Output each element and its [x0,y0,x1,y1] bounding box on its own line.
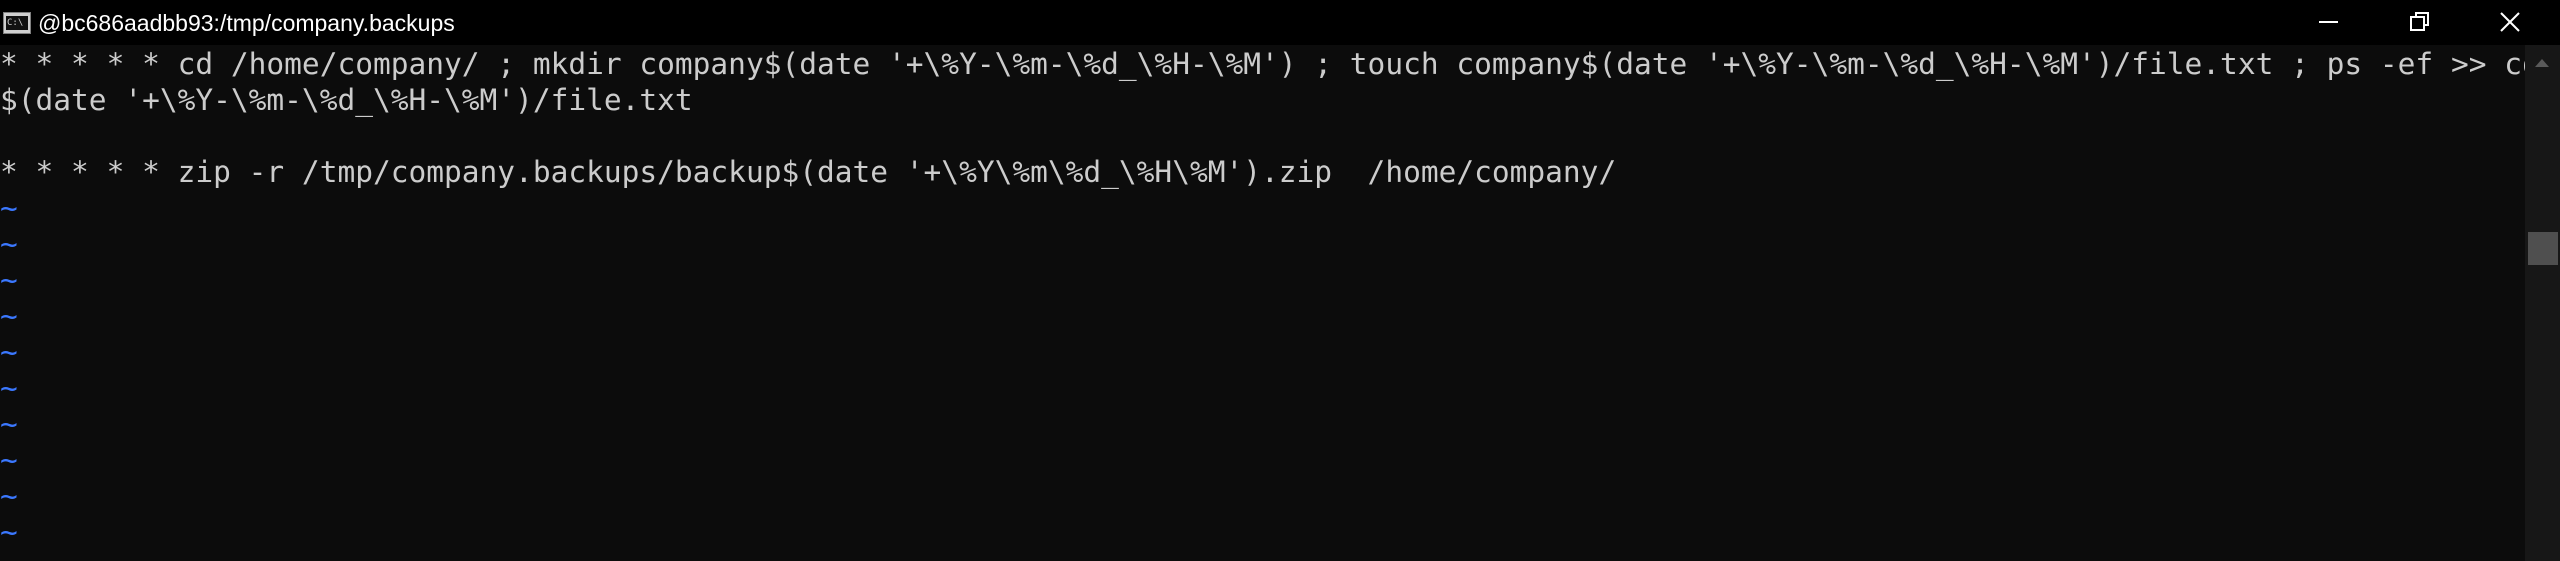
terminal-text-area[interactable]: * * * * * cd /home/company/ ; mkdir comp… [0,45,2525,561]
close-button[interactable] [2463,0,2560,45]
window-title: @bc686aadbb93:/tmp/company.backups [38,10,455,36]
crontab-line-1: * * * * * cd /home/company/ ; mkdir comp… [0,47,2525,81]
minimize-button[interactable] [2283,0,2373,45]
terminal-window: C:\ @bc686aadbb93:/tmp/company.backups *… [0,0,2560,561]
scroll-up-arrow-icon[interactable] [2535,59,2549,67]
empty-line-marker: ~ [0,191,18,225]
empty-line-marker: ~ [0,443,18,477]
restore-button[interactable] [2373,0,2463,45]
empty-line-marker: ~ [0,263,18,297]
empty-line-marker: ~ [0,515,18,549]
empty-line-marker: ~ [0,299,18,333]
crontab-line-2: * * * * * zip -r /tmp/company.backups/ba… [0,155,1617,189]
vertical-scrollbar[interactable] [2525,45,2560,561]
empty-line-marker: ~ [0,227,18,261]
restore-icon-front [2410,16,2425,31]
title-bar[interactable]: C:\ @bc686aadbb93:/tmp/company.backups [0,0,2560,45]
crontab-line-1-wrap: $(date '+\%Y-\%m-\%d_\%H-\%M')/file.txt [0,83,693,117]
close-icon [2500,12,2520,32]
scrollbar-thumb[interactable] [2528,232,2558,265]
empty-line-marker: ~ [0,335,18,369]
console-window-icon[interactable]: C:\ [3,12,31,34]
minimize-icon [2319,21,2338,23]
empty-line-marker: ~ [0,479,18,513]
empty-line-marker: ~ [0,407,18,441]
console-prompt-glyph: C:\ [6,16,28,30]
empty-line-marker: ~ [0,371,18,405]
